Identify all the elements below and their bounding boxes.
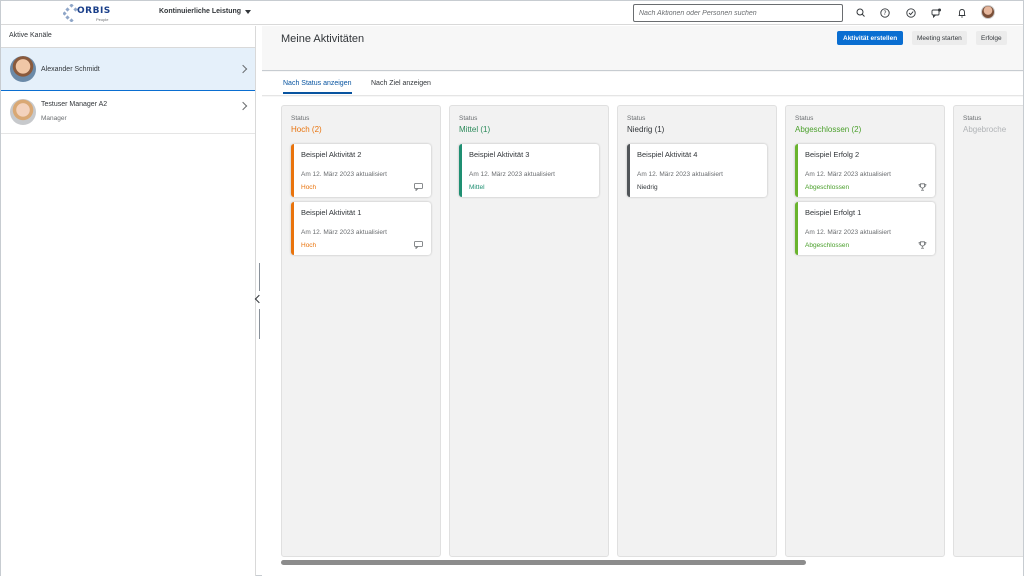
card-date: Am 12. März 2023 aktualisiert <box>637 171 723 178</box>
activity-card[interactable]: Beispiel Erfolg 2 Am 12. März 2023 aktua… <box>795 144 935 197</box>
trophy-icon <box>918 183 927 191</box>
orbis-logo[interactable]: ORBIS People <box>63 3 115 23</box>
column-title: Abgebroche <box>963 125 1007 134</box>
check-circle-icon[interactable] <box>904 6 918 20</box>
main-panel: Meine Aktivitäten Aktivität erstellen Me… <box>262 26 1023 576</box>
column-status-label: Status <box>291 115 310 122</box>
page-title: Meine Aktivitäten <box>281 33 365 45</box>
comment-icon[interactable] <box>414 183 423 191</box>
card-title: Beispiel Erfolg 2 <box>805 150 860 159</box>
successes-button[interactable]: Erfolge <box>976 31 1007 45</box>
view-tabs: Nach Status anzeigen Nach Ziel anzeigen <box>262 72 1023 96</box>
column-title: Abgeschlossen (2) <box>795 125 862 134</box>
card-title: Beispiel Aktivität 4 <box>637 150 698 159</box>
tab-by-goal[interactable]: Nach Ziel anzeigen <box>371 80 431 92</box>
card-priority: Mittel <box>469 184 485 191</box>
create-activity-button[interactable]: Aktivität erstellen <box>837 31 904 45</box>
bell-icon[interactable] <box>955 6 969 20</box>
card-title: Beispiel Erfolgt 1 <box>805 208 862 217</box>
logo-subtext: People <box>96 17 109 22</box>
column-title: Niedrig (1) <box>627 125 665 134</box>
page-header: Meine Aktivitäten Aktivität erstellen Me… <box>262 26 1023 71</box>
card-title: Beispiel Aktivität 2 <box>301 150 362 159</box>
card-priority: Abgeschlossen <box>805 184 850 191</box>
card-title: Beispiel Aktivität 1 <box>301 208 362 217</box>
card-priority: Hoch <box>301 184 317 191</box>
tab-by-status[interactable]: Nach Status anzeigen <box>283 80 352 94</box>
channels-panel: Aktive Kanäle Alexander Schmidt Testuser… <box>1 26 256 576</box>
help-icon[interactable]: ? <box>878 6 892 20</box>
activity-card[interactable]: Beispiel Aktivität 3 Am 12. März 2023 ak… <box>459 144 599 197</box>
channel-item-alexander-schmidt[interactable]: Alexander Schmidt <box>1 48 255 91</box>
column-abgebrochen: Status Abgebroche <box>953 105 1023 557</box>
activity-card[interactable]: Beispiel Erfolgt 1 Am 12. März 2023 aktu… <box>795 202 935 255</box>
card-date: Am 12. März 2023 aktualisiert <box>805 229 891 236</box>
comment-icon[interactable] <box>414 241 423 249</box>
activity-card[interactable]: Beispiel Aktivität 1 Am 12. März 2023 ak… <box>291 202 431 255</box>
column-status-label: Status <box>459 115 478 122</box>
avatar <box>10 56 36 82</box>
avatar <box>10 99 36 125</box>
channels-header: Aktive Kanäle <box>1 26 255 48</box>
shell-bar: ORBIS People Kontinuierliche Leistung ? <box>1 1 1023 25</box>
feedback-icon[interactable] <box>929 6 943 20</box>
card-date: Am 12. März 2023 aktualisiert <box>301 229 387 236</box>
column-status-label: Status <box>795 115 814 122</box>
logo-text: ORBIS <box>77 6 111 16</box>
channel-item-testuser-manager[interactable]: Testuser Manager A2 Manager <box>1 91 255 134</box>
activity-card[interactable]: Beispiel Aktivität 4 Am 12. März 2023 ak… <box>627 144 767 197</box>
card-date: Am 12. März 2023 aktualisiert <box>469 171 555 178</box>
column-niedrig: Status Niedrig (1) Beispiel Aktivität 4 … <box>617 105 777 557</box>
card-date: Am 12. März 2023 aktualisiert <box>301 171 387 178</box>
column-hoch: Status Hoch (2) Beispiel Aktivität 2 Am … <box>281 105 441 557</box>
app-title-menu[interactable]: Kontinuierliche Leistung <box>159 8 252 15</box>
app-title-label: Kontinuierliche Leistung <box>159 8 242 15</box>
horizontal-scrollbar[interactable] <box>281 560 806 565</box>
app-window: ORBIS People Kontinuierliche Leistung ? … <box>0 0 1024 576</box>
card-title: Beispiel Aktivität 3 <box>469 150 530 159</box>
start-meeting-button[interactable]: Meeting starten <box>912 31 967 45</box>
column-title: Mittel (1) <box>459 125 491 134</box>
card-date: Am 12. März 2023 aktualisiert <box>805 171 891 178</box>
column-abgeschlossen: Status Abgeschlossen (2) Beispiel Erfolg… <box>785 105 945 557</box>
card-priority: Hoch <box>301 242 317 249</box>
svg-text:?: ? <box>883 10 886 17</box>
column-status-label: Status <box>627 115 646 122</box>
search-input[interactable] <box>633 4 843 22</box>
chevron-right-icon <box>238 64 248 74</box>
trophy-icon <box>918 241 927 249</box>
column-title: Hoch (2) <box>291 125 322 134</box>
kanban-board: Status Hoch (2) Beispiel Aktivität 2 Am … <box>262 97 1023 576</box>
channel-name: Alexander Schmidt <box>41 66 100 73</box>
card-priority: Abgeschlossen <box>805 242 850 249</box>
channel-role: Manager <box>41 115 67 122</box>
column-status-label: Status <box>963 115 982 122</box>
activity-card[interactable]: Beispiel Aktivität 2 Am 12. März 2023 ak… <box>291 144 431 197</box>
search-icon[interactable] <box>854 6 868 20</box>
column-mittel: Status Mittel (1) Beispiel Aktivität 3 A… <box>449 105 609 557</box>
user-avatar[interactable] <box>981 5 995 19</box>
chevron-right-icon <box>238 101 248 111</box>
caret-down-icon <box>245 9 252 14</box>
channel-name: Testuser Manager A2 <box>41 101 108 108</box>
card-priority: Niedrig <box>637 184 658 191</box>
